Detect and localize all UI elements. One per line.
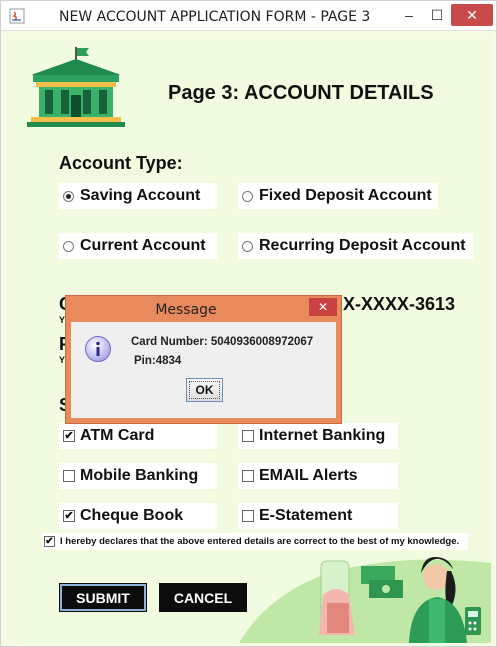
submit-button[interactable]: SUBMIT bbox=[59, 583, 147, 612]
checkbox-label: Mobile Banking bbox=[80, 467, 199, 484]
checkbox-unchecked bbox=[242, 470, 254, 482]
application-window: NEW ACCOUNT APPLICATION FORM - PAGE 3 – … bbox=[0, 0, 497, 647]
minimize-button[interactable]: – bbox=[397, 4, 421, 26]
checkbox-unchecked bbox=[242, 510, 254, 522]
pin-message: Pin:4834 bbox=[134, 355, 182, 367]
checkbox-atm-card[interactable]: ✔ ATM Card bbox=[59, 423, 217, 449]
card-number-message: Card Number: 5040936008972067 bbox=[131, 336, 314, 348]
radio-fixed-deposit-account[interactable]: Fixed Deposit Account bbox=[238, 183, 438, 209]
radio-indicator bbox=[242, 190, 253, 202]
dialog-title: Message bbox=[155, 302, 217, 318]
cancel-button[interactable]: CANCEL bbox=[159, 583, 247, 612]
maximize-button[interactable]: ☐ bbox=[425, 4, 449, 26]
checkbox-label: Internet Banking bbox=[259, 427, 386, 444]
info-icon bbox=[85, 336, 111, 362]
message-dialog: Message ✕ Card Number: 5040936008972067 … bbox=[65, 295, 342, 424]
radio-label: Fixed Deposit Account bbox=[259, 187, 432, 204]
checkbox-cheque-book[interactable]: ✔ Cheque Book bbox=[59, 503, 217, 529]
title-bar[interactable]: NEW ACCOUNT APPLICATION FORM - PAGE 3 – … bbox=[1, 1, 496, 31]
checkbox-mobile-banking[interactable]: Mobile Banking bbox=[59, 463, 217, 489]
checkbox-label: E-Statement bbox=[259, 507, 353, 524]
checkbox-internet-banking[interactable]: Internet Banking bbox=[238, 423, 398, 449]
card-number-value-fragment: X-XXXX-3613 bbox=[343, 294, 456, 314]
radio-indicator bbox=[242, 240, 253, 252]
bank-building-icon bbox=[27, 47, 125, 127]
checkbox-checked: ✔ bbox=[44, 536, 55, 547]
page-title: Page 3: ACCOUNT DETAILS bbox=[168, 82, 434, 104]
banking-illustration bbox=[239, 557, 491, 643]
radio-current-account[interactable]: Current Account bbox=[59, 233, 217, 259]
java-app-icon bbox=[9, 8, 25, 24]
radio-recurring-deposit-account[interactable]: Recurring Deposit Account bbox=[238, 233, 473, 259]
checkbox-unchecked bbox=[63, 470, 75, 482]
account-type-label: Account Type: bbox=[59, 153, 183, 173]
checkbox-label: ATM Card bbox=[80, 427, 155, 444]
radio-selected-indicator bbox=[63, 190, 74, 202]
checkbox-checked: ✔ bbox=[63, 510, 75, 522]
radio-label: Recurring Deposit Account bbox=[259, 237, 466, 254]
checkbox-e-statement[interactable]: E-Statement bbox=[238, 503, 398, 529]
radio-label: Current Account bbox=[80, 237, 206, 254]
radio-indicator bbox=[63, 240, 74, 252]
dialog-body: Card Number: 5040936008972067 Pin:4834 O… bbox=[71, 322, 336, 418]
checkbox-email-alerts[interactable]: EMAIL Alerts bbox=[238, 463, 398, 489]
checkbox-label: EMAIL Alerts bbox=[259, 467, 358, 484]
close-button[interactable]: ✕ bbox=[451, 4, 493, 26]
checkbox-checked: ✔ bbox=[63, 430, 75, 442]
radio-label: Saving Account bbox=[80, 187, 201, 204]
dialog-close-button[interactable]: ✕ bbox=[309, 298, 337, 316]
ok-button[interactable]: OK bbox=[186, 378, 223, 402]
window-title: NEW ACCOUNT APPLICATION FORM - PAGE 3 bbox=[59, 9, 371, 25]
radio-saving-account[interactable]: Saving Account bbox=[59, 183, 217, 209]
checkbox-label: Cheque Book bbox=[80, 507, 184, 524]
checkbox-unchecked bbox=[242, 430, 254, 442]
